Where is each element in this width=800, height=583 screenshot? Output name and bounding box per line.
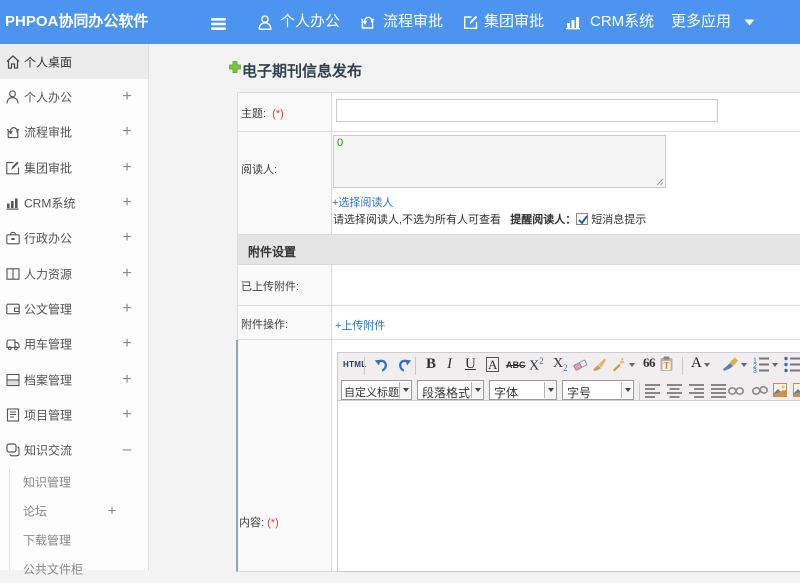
svg-text:3: 3	[753, 368, 757, 373]
svg-text:T: T	[663, 361, 669, 371]
